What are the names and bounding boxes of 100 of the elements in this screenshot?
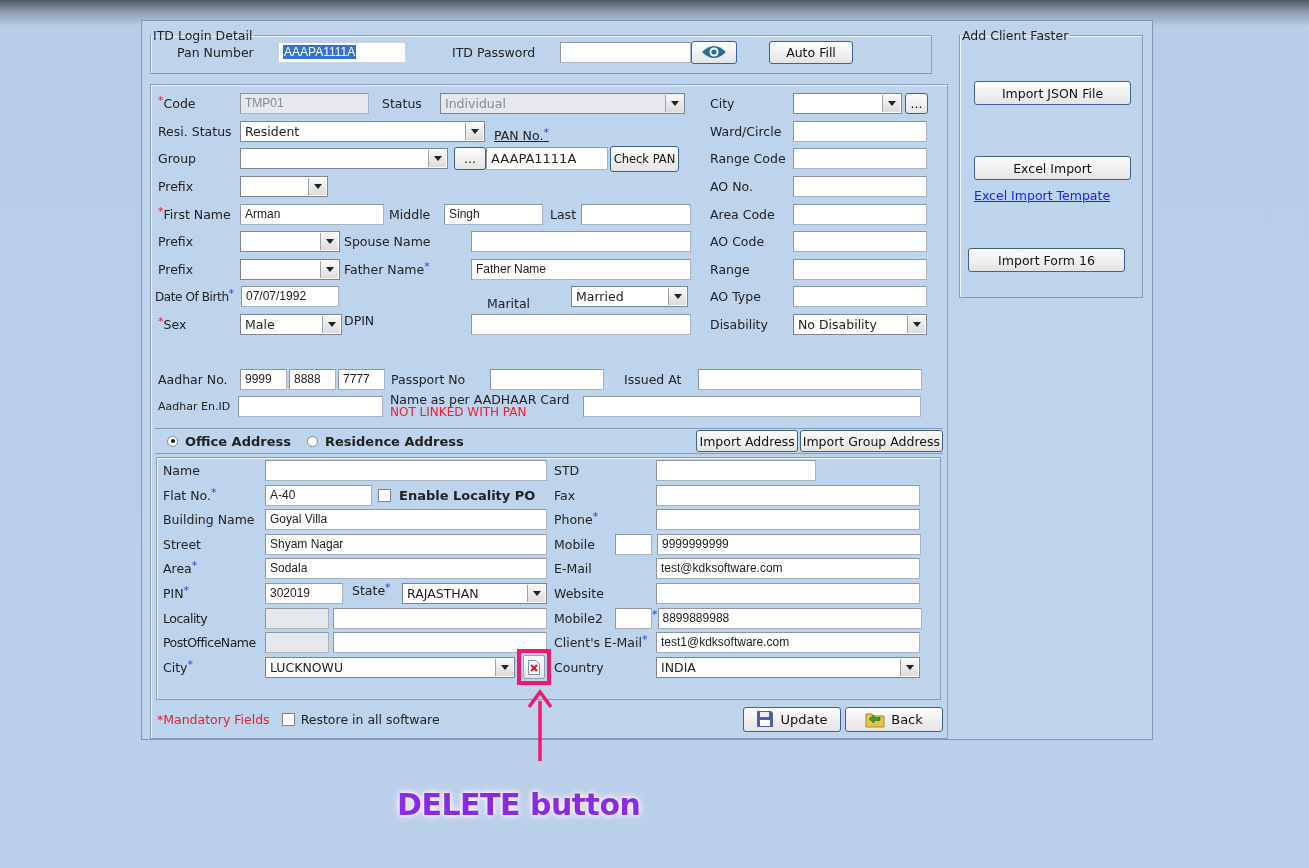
field-label: Locality (163, 610, 209, 626)
text-field[interactable] (581, 203, 691, 225)
update-button[interactable]: Update (743, 706, 841, 732)
text-field[interactable] (471, 231, 691, 253)
text-field[interactable] (238, 395, 383, 417)
text-field[interactable] (583, 395, 921, 417)
text-field[interactable] (265, 460, 547, 482)
check-pan-button[interactable]: Check PAN (610, 146, 679, 172)
field-label: Area Code (710, 206, 776, 222)
text-field[interactable]: 07/07/1992 (241, 286, 339, 308)
text-field[interactable] (615, 607, 652, 629)
dropdown[interactable] (793, 93, 902, 115)
template-link[interactable]: Excel Import Tempate (974, 188, 1111, 203)
field-label: Mobile (554, 536, 596, 552)
field-label: Middle (389, 206, 432, 222)
import-button[interactable]: Import JSON File (974, 81, 1131, 105)
text-field[interactable] (793, 258, 927, 280)
text-field[interactable]: 8888 (289, 368, 336, 390)
text-field[interactable] (615, 533, 652, 555)
field-label: Mobile2 (554, 610, 604, 626)
caret-icon (325, 266, 334, 272)
dropdown[interactable]: Married (571, 286, 688, 308)
group-title: Add Client Faster (961, 28, 1070, 43)
text-field[interactable]: Father Name (471, 258, 691, 280)
restore-checkbox[interactable]: Restore in all software (281, 711, 440, 727)
text-field[interactable]: A-40 (265, 484, 372, 506)
text-field[interactable]: 9999999999 (657, 533, 921, 555)
text-field[interactable]: Sodala (265, 558, 547, 580)
dropdown[interactable] (240, 258, 340, 280)
field-label: Area$^{*}$ (163, 561, 199, 577)
text-field[interactable]: AAAPA1111A (486, 147, 608, 171)
caret-icon (673, 294, 682, 300)
text-field[interactable]: Goyal Villa (265, 509, 547, 531)
text-field[interactable] (656, 509, 920, 531)
dropdown[interactable]: LUCKNOWU (265, 656, 515, 678)
dropdown[interactable] (240, 231, 340, 253)
text-field[interactable] (471, 314, 691, 336)
folder-arrow-icon (865, 710, 886, 728)
text-field[interactable]: Shyam Nagar (265, 533, 547, 555)
field-label: Flat No.$^{*}$ (163, 487, 218, 503)
address-type-radio[interactable]: Residence Address (307, 433, 464, 449)
show-password-button[interactable] (691, 40, 737, 64)
caret-icon (313, 184, 322, 190)
text-field[interactable] (490, 368, 604, 390)
text-field[interactable] (793, 203, 927, 225)
text-field[interactable]: 9999 (240, 368, 287, 390)
import-button[interactable]: Excel Import (974, 156, 1131, 180)
caret-icon (887, 101, 896, 107)
field-label: ITD Password (452, 44, 537, 60)
field-label: Group (158, 151, 198, 167)
password-field[interactable] (560, 41, 691, 63)
field-label: Ward/Circle (710, 123, 783, 139)
browse-button[interactable]: ... (905, 93, 928, 115)
field-label: Status (382, 96, 423, 112)
text-field[interactable]: 8899889988 (657, 607, 922, 629)
text-field[interactable] (793, 148, 927, 170)
text-field[interactable]: 7777 (338, 368, 385, 390)
delete-button[interactable] (523, 655, 545, 680)
field-label: Range (710, 261, 751, 277)
dropdown[interactable]: No Disability (793, 314, 927, 336)
text-field[interactable]: test1@kdksoftware.com (656, 632, 920, 654)
text-field[interactable] (656, 460, 816, 482)
text-field[interactable]: 302019 (265, 583, 343, 605)
dropdown[interactable] (240, 148, 448, 170)
dropdown[interactable]: Resident (240, 120, 485, 142)
text-field[interactable] (333, 632, 547, 654)
back-button[interactable]: Back (845, 706, 943, 732)
text-field[interactable]: test@kdksoftware.com (656, 558, 920, 580)
text-field[interactable] (656, 583, 920, 605)
text-field[interactable] (265, 632, 329, 654)
dropdown[interactable]: RAJASTHAN (402, 583, 547, 605)
text-field[interactable] (265, 607, 329, 629)
field-label: Aadhar No. (158, 371, 229, 387)
import-button[interactable]: Import Form 16 (968, 248, 1125, 272)
enable-locality-checkbox[interactable]: Enable Locality PO (378, 487, 536, 503)
text-field[interactable] (656, 484, 920, 506)
caret-icon (470, 128, 479, 134)
text-field[interactable]: AAAPA1111A (278, 41, 406, 63)
field-label: Marital (487, 295, 532, 311)
field-label: Fax (554, 487, 577, 503)
dropdown[interactable] (240, 176, 328, 198)
field-label: Prefix (158, 179, 195, 195)
caret-icon (325, 239, 334, 245)
field-label: Last (550, 206, 578, 222)
text-field[interactable] (793, 120, 927, 142)
dropdown[interactable]: INDIA (656, 656, 920, 678)
text-field[interactable] (793, 176, 927, 198)
text-field[interactable] (333, 607, 547, 629)
text-field[interactable] (793, 231, 927, 253)
text-field[interactable]: Arman (240, 203, 384, 225)
browse-button[interactable]: ... (454, 147, 486, 171)
address-type-radio[interactable]: Office Address (167, 433, 291, 449)
import-button[interactable]: Import Group Address (799, 430, 943, 453)
pan-no-link[interactable]: PAN No.$^{*}$ (494, 128, 549, 144)
dropdown[interactable]: Male (240, 314, 342, 336)
import-button[interactable]: Import Address (696, 430, 798, 453)
text-field[interactable]: Singh (444, 203, 543, 225)
auto-fill-button[interactable]: Auto Fill (769, 40, 853, 64)
text-field[interactable] (698, 368, 922, 390)
text-field[interactable] (793, 286, 927, 308)
